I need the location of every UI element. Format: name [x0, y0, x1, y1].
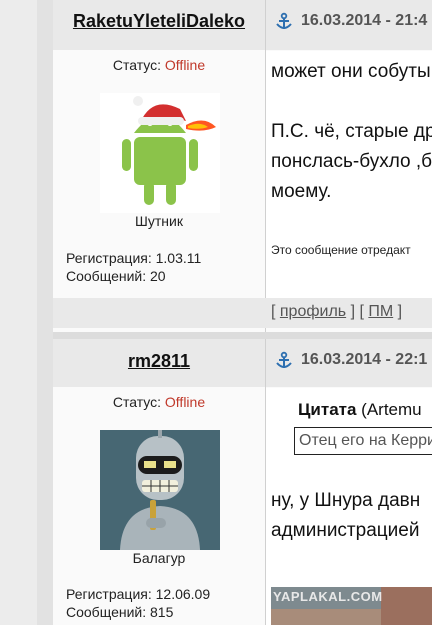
image-watermark: YAPLAKAL.COM — [273, 589, 383, 604]
post-header: rm2811 16.03.2014 - 22:1 — [53, 339, 432, 387]
username-link[interactable]: rm2811 — [128, 351, 190, 372]
message-count: Сообщений: 20 — [66, 268, 166, 284]
user-status: Статус: Offline — [112, 57, 206, 73]
post-date: 16.03.2014 - 22:1 — [301, 351, 428, 368]
anchor-icon[interactable] — [274, 351, 294, 371]
user-status: Статус: Offline — [112, 394, 206, 410]
left-sidebar — [0, 0, 37, 625]
android-santa-avatar — [100, 93, 220, 213]
status-offline: Offline — [164, 57, 206, 73]
user-info-panel: Статус: Offline Балагур Регистрация: 12.… — [53, 388, 265, 625]
username-link[interactable]: RaketuYleteliDaleko — [73, 11, 245, 32]
edited-note: Это сообщение отредакт — [271, 243, 411, 257]
post-text: может они собуты П.С. чё, старые др понс… — [271, 61, 432, 202]
anchor-icon[interactable] — [274, 12, 294, 32]
post-header: RaketuYleteliDaleko 16.03.2014 - 21:4 — [53, 0, 432, 50]
registration-date: Регистрация: 1.03.11 — [66, 250, 202, 266]
user-stats: Регистрация: 12.06.09 Сообщений: 815 — [66, 585, 210, 621]
bender-avatar — [100, 430, 220, 550]
user-stats: Регистрация: 1.03.11 Сообщений: 20 — [66, 249, 201, 285]
post-image[interactable]: YAPLAKAL.COM — [271, 587, 432, 625]
message-count: Сообщений: 815 — [66, 604, 174, 620]
post-content: Цитата (Artemu Отец его на Керри ну, у Ш… — [266, 388, 432, 625]
profile-link[interactable]: профиль — [280, 303, 346, 320]
registration-date: Регистрация: 12.06.09 — [66, 586, 211, 602]
quote-header: Цитата (Artemu — [298, 400, 422, 419]
forum-post: RaketuYleteliDaleko 16.03.2014 - 21:4 Ст… — [53, 0, 432, 332]
post-date: 16.03.2014 - 21:4 — [301, 12, 428, 29]
forum-post: rm2811 16.03.2014 - 22:1 Статус: Offline — [53, 339, 432, 625]
pm-link[interactable]: ПМ — [368, 303, 393, 320]
user-rank: Балагур — [132, 550, 186, 566]
status-offline: Offline — [164, 394, 206, 410]
user-rank: Шутник — [135, 213, 183, 229]
user-info-panel: Статус: Offline Шутник Регистрация: 1.03… — [53, 51, 265, 298]
quote-box: Отец его на Керри — [294, 427, 432, 455]
post-text: ну, у Шнура давн администрацией — [271, 490, 421, 541]
post-content: может они собуты П.С. чё, старые др понс… — [266, 51, 432, 298]
left-gutter — [37, 0, 53, 625]
post-footer: [ профиль ] [ ПМ ] — [53, 298, 432, 328]
